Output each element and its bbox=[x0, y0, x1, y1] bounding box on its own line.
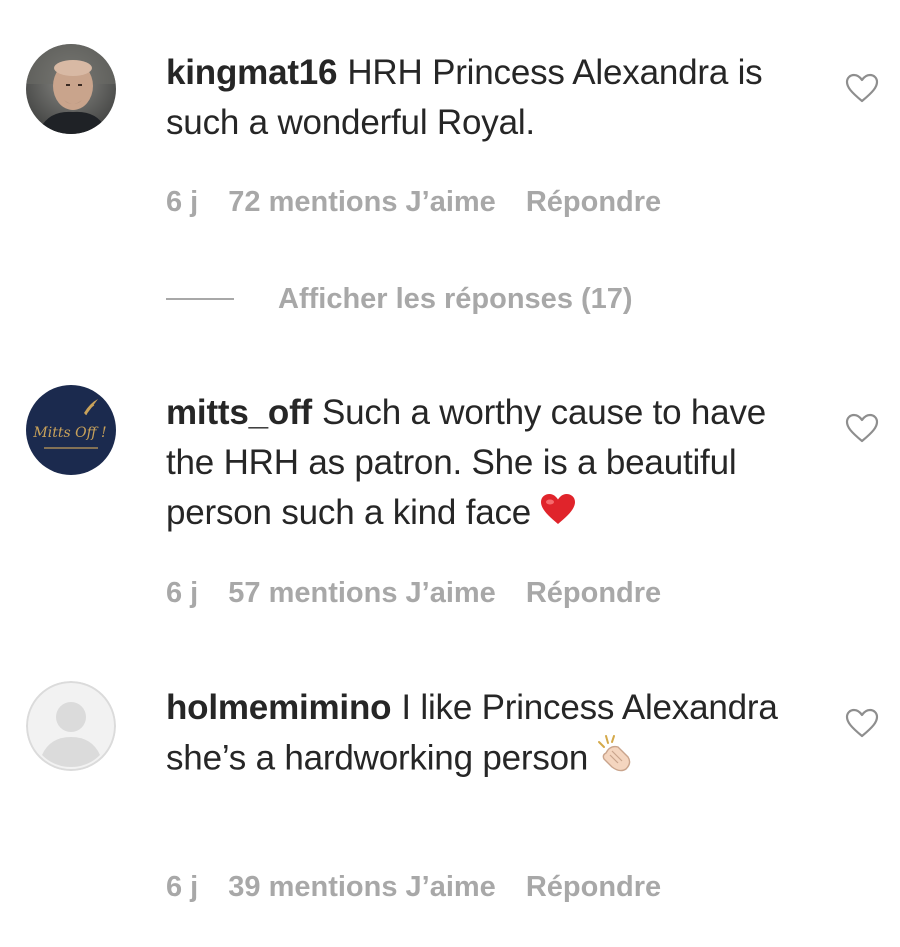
view-replies-button[interactable]: Afficher les réponses (17) bbox=[166, 282, 633, 316]
comment-username[interactable]: mitts_off bbox=[166, 393, 312, 432]
default-avatar-icon bbox=[26, 681, 116, 771]
view-replies-label: Afficher les réponses (17) bbox=[278, 282, 633, 315]
comment-meta: 6 j 72 mentions J’aime Répondre bbox=[166, 186, 691, 219]
comment-username[interactable]: kingmat16 bbox=[166, 53, 338, 92]
comment-username[interactable]: holmemimino bbox=[166, 688, 392, 727]
comment-text: kingmat16 HRH Princess Alexandra is such … bbox=[166, 48, 806, 148]
reply-button[interactable]: Répondre bbox=[526, 186, 661, 218]
comment-likes-link[interactable]: 72 mentions J’aime bbox=[228, 186, 496, 218]
comment-time: 6 j bbox=[166, 577, 199, 609]
like-heart-icon[interactable] bbox=[845, 413, 879, 443]
comment-likes-link[interactable]: 39 mentions J’aime bbox=[228, 871, 496, 903]
avatar[interactable] bbox=[26, 681, 116, 771]
red-heart-icon bbox=[539, 490, 577, 540]
clapping-hands-icon bbox=[596, 733, 636, 787]
reply-button[interactable]: Répondre bbox=[526, 577, 661, 609]
comment-text: mitts_off Such a worthy cause to have the… bbox=[166, 388, 806, 540]
comment-likes-link[interactable]: 57 mentions J’aime bbox=[228, 577, 496, 609]
like-heart-icon[interactable] bbox=[845, 73, 879, 103]
like-heart-icon[interactable] bbox=[845, 708, 879, 738]
avatar-logo-text: Mitts Off ! bbox=[32, 425, 106, 441]
avatar[interactable] bbox=[26, 44, 116, 134]
user-photo-avatar-icon bbox=[26, 44, 116, 134]
comment-meta: 6 j 57 mentions J’aime Répondre bbox=[166, 577, 691, 610]
avatar[interactable]: Mitts Off ! bbox=[26, 385, 116, 475]
comment-time: 6 j bbox=[166, 871, 199, 903]
mitts-off-logo-avatar-icon: Mitts Off ! bbox=[26, 385, 116, 475]
replies-divider bbox=[166, 298, 234, 300]
comment-time: 6 j bbox=[166, 186, 199, 218]
reply-button[interactable]: Répondre bbox=[526, 871, 661, 903]
comment-text: holmemimino I like Princess Alexandra she… bbox=[166, 683, 806, 787]
comment-meta: 6 j 39 mentions J’aime Répondre bbox=[166, 871, 691, 904]
